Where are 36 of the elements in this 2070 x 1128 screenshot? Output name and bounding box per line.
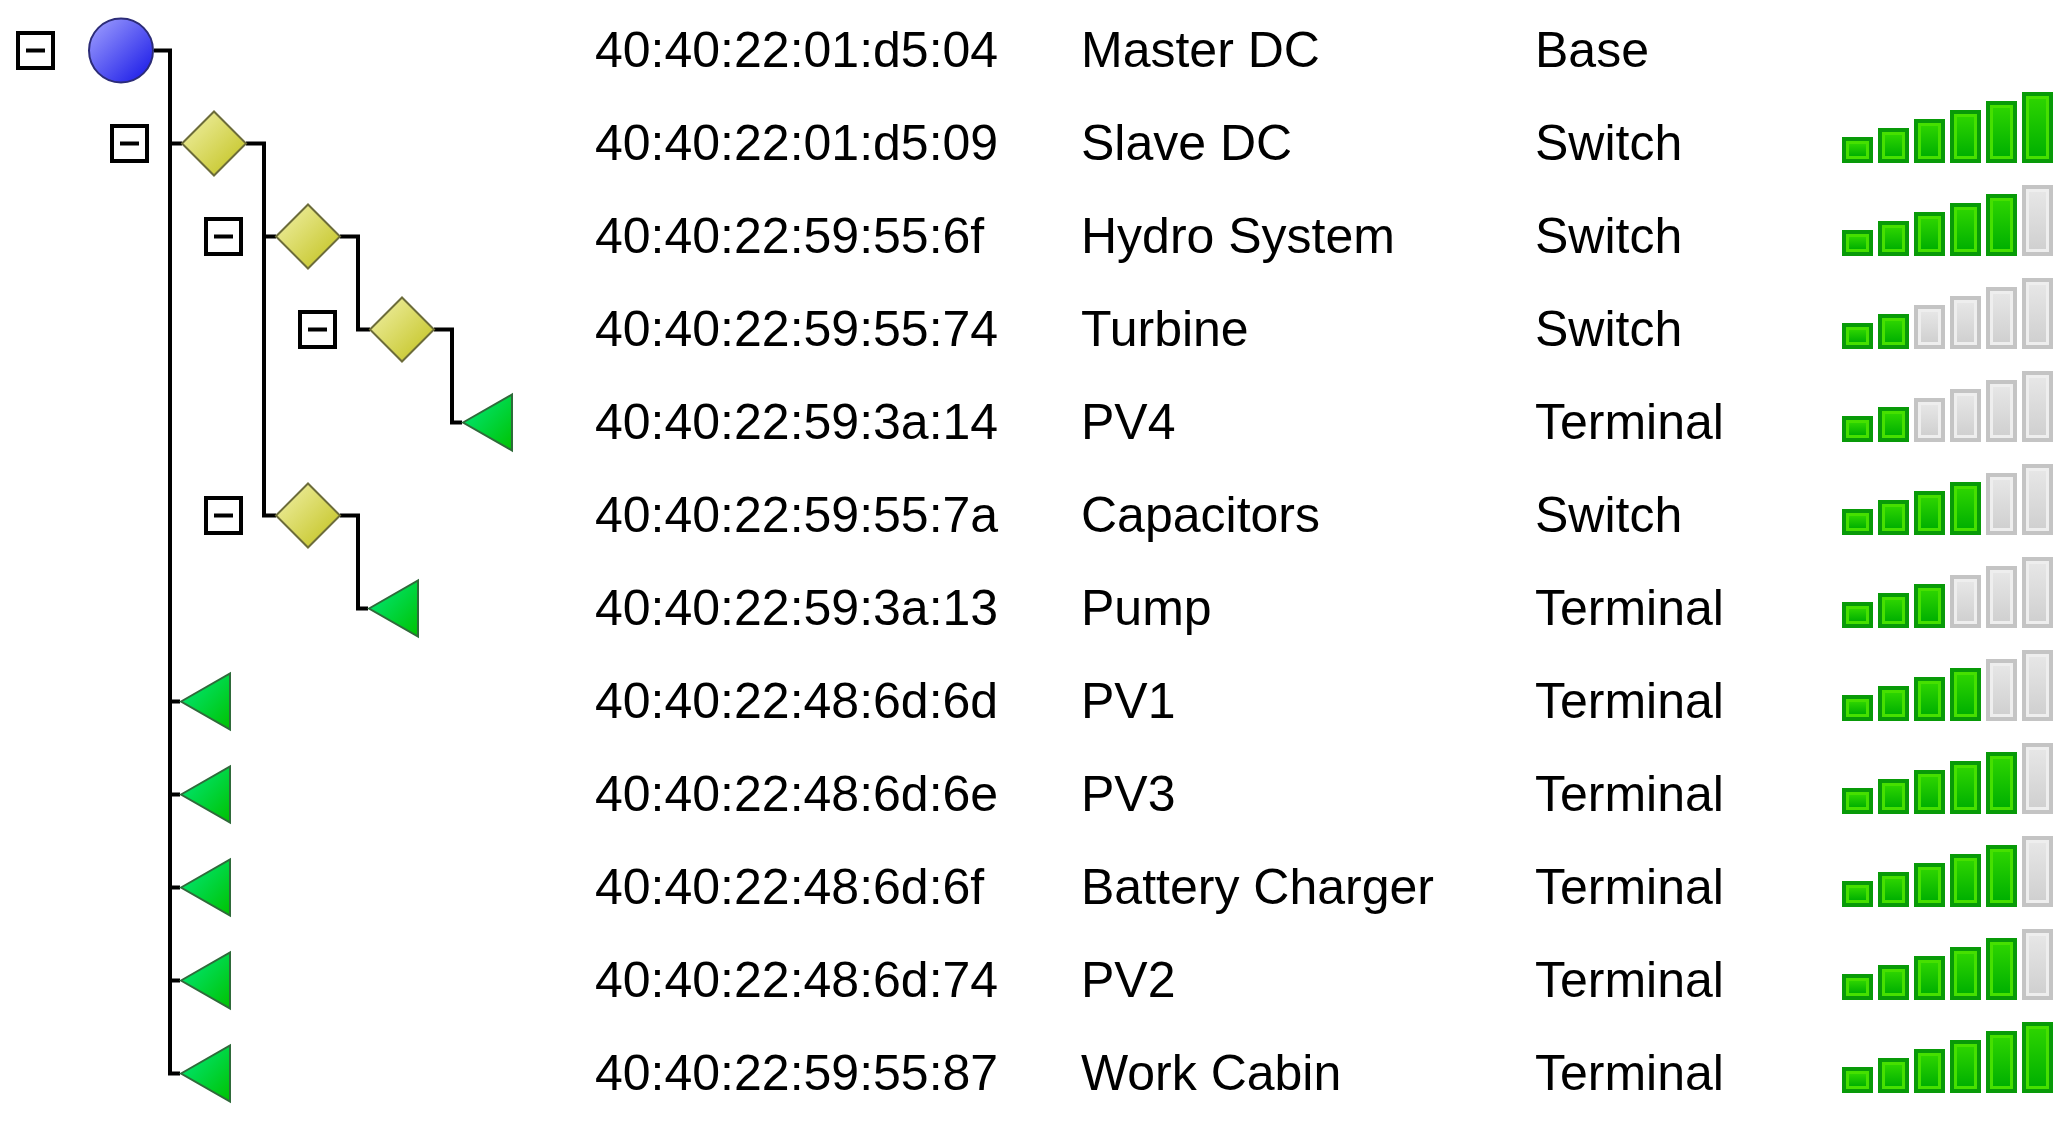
device-name: PV4	[1081, 395, 1176, 450]
device-type: Terminal	[1535, 860, 1724, 915]
mac-address: 40:40:22:59:55:74	[595, 302, 999, 357]
device-name: Capacitors	[1081, 488, 1320, 543]
mac-address: 40:40:22:01:d5:04	[595, 23, 999, 78]
device-type: Terminal	[1535, 581, 1724, 636]
device-name: Master DC	[1081, 23, 1320, 78]
device-name: Battery Charger	[1081, 860, 1434, 915]
mac-address: 40:40:22:48:6d:6f	[595, 860, 985, 915]
mac-address: 40:40:22:48:6d:6e	[595, 767, 999, 822]
mac-address: 40:40:22:59:55:87	[595, 1046, 999, 1101]
device-name: Pump	[1081, 581, 1212, 636]
device-name: PV3	[1081, 767, 1176, 822]
mac-address: 40:40:22:59:55:6f	[595, 209, 985, 264]
device-type: Terminal	[1535, 767, 1724, 822]
device-type: Terminal	[1535, 395, 1724, 450]
device-name: Slave DC	[1081, 116, 1293, 171]
device-type: Switch	[1535, 209, 1683, 264]
device-name: Turbine	[1081, 302, 1249, 357]
device-name: PV1	[1081, 674, 1176, 729]
device-type: Base	[1535, 23, 1649, 78]
device-type: Switch	[1535, 302, 1683, 357]
device-type: Terminal	[1535, 674, 1724, 729]
device-type: Terminal	[1535, 953, 1724, 1008]
device-name: PV2	[1081, 953, 1176, 1008]
mac-address: 40:40:22:59:55:7a	[595, 488, 999, 543]
mac-address: 40:40:22:48:6d:6d	[595, 674, 999, 729]
device-name: Hydro System	[1081, 209, 1395, 264]
device-type: Terminal	[1535, 1046, 1724, 1101]
mac-address: 40:40:22:59:3a:14	[595, 395, 999, 450]
mac-address: 40:40:22:59:3a:13	[595, 581, 999, 636]
device-type: Switch	[1535, 116, 1683, 171]
device-type: Switch	[1535, 488, 1683, 543]
mac-address: 40:40:22:48:6d:74	[595, 953, 999, 1008]
device-name: Work Cabin	[1081, 1046, 1342, 1101]
mac-address: 40:40:22:01:d5:09	[595, 116, 999, 171]
